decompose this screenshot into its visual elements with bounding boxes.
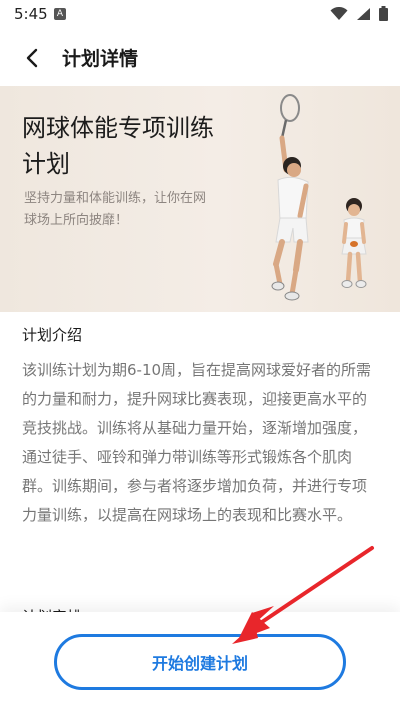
intro-body: 该训练计划为期6-10周，旨在提高网球爱好者的所需的力量和耐力，提升网球比赛表现… [22, 361, 372, 524]
battery-icon [379, 6, 388, 21]
status-time: 5:45 [14, 5, 48, 23]
app-header: 计划详情 [0, 30, 400, 86]
start-create-plan-button[interactable]: 开始创建计划 [54, 634, 346, 690]
wifi-icon [330, 6, 348, 20]
page-title: 计划详情 [62, 48, 139, 70]
hero-title: 网球体能专项训练计划 [22, 114, 214, 178]
notification-app-icon: A [54, 8, 66, 20]
status-bar: 5:45 A [0, 0, 400, 30]
bottom-bar: 开始创建计划 [0, 612, 400, 710]
back-button[interactable] [14, 42, 50, 74]
status-icons [330, 6, 388, 21]
intro-title: 计划介绍 [22, 326, 83, 344]
hero-subtitle: 坚持力量和体能训练，让你在网球场上所向披靡！ [24, 191, 207, 228]
hero-banner: 网球体能专项训练计划 坚持力量和体能训练，让你在网球场上所向披靡！ [0, 86, 400, 312]
cellular-icon [357, 7, 370, 20]
tennis-players-image [271, 94, 367, 301]
plan-content: 计划介绍 该训练计划为期6-10周，旨在提高网球爱好者的所需的力量和耐力，提升网… [0, 312, 400, 626]
chevron-left-icon [26, 48, 38, 68]
